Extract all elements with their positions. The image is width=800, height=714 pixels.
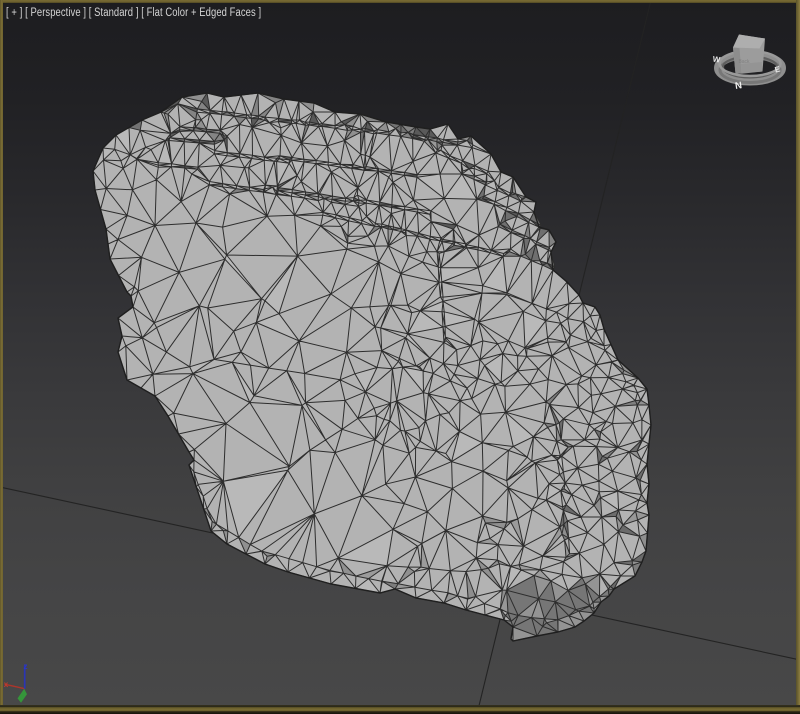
svg-text:x: x <box>4 680 9 689</box>
svg-text:Back: Back <box>738 59 750 65</box>
svg-text:z: z <box>24 662 28 671</box>
